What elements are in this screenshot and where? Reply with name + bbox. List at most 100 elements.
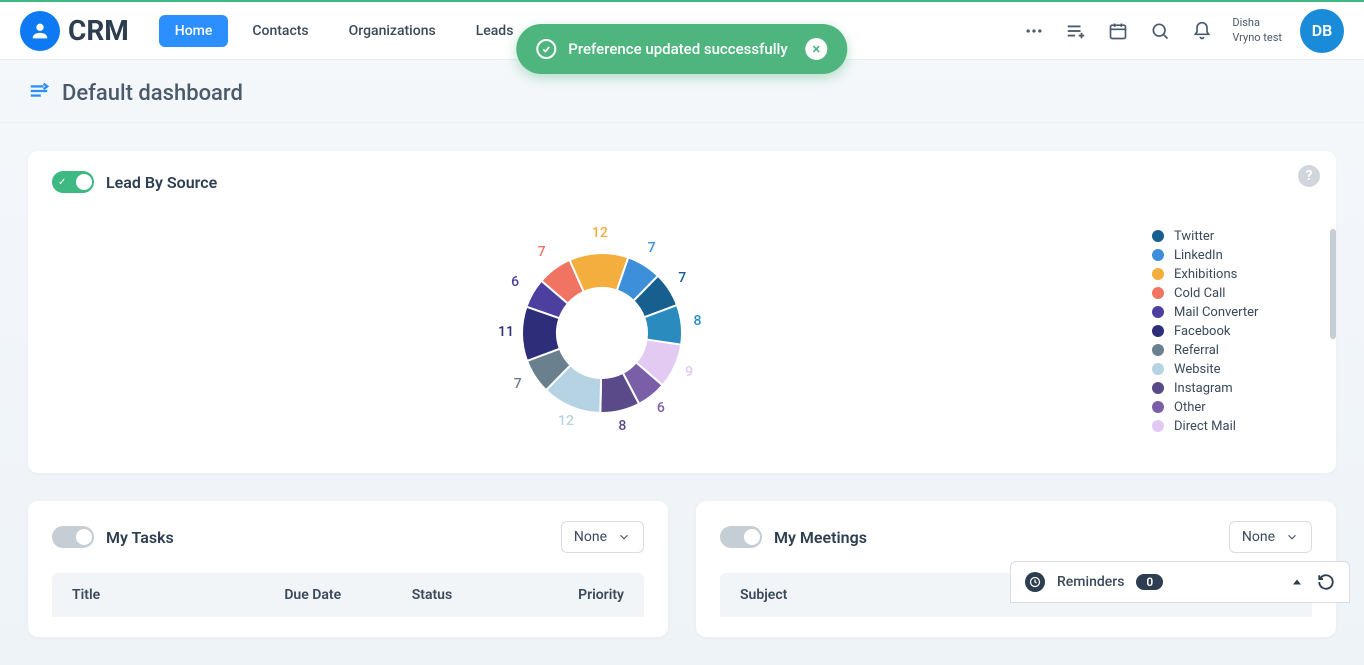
refresh-icon[interactable] — [1317, 573, 1335, 591]
bell-icon[interactable] — [1190, 19, 1214, 43]
reminders-bar[interactable]: Reminders 0 — [1010, 561, 1350, 603]
legend-scrollbar[interactable] — [1330, 229, 1336, 339]
col-status: Status — [412, 587, 518, 603]
chevron-down-icon — [1285, 530, 1299, 544]
donut-value-label: 8 — [618, 418, 626, 434]
legend-swatch — [1152, 401, 1164, 413]
donut-value-label: 7 — [538, 244, 546, 260]
donut-value-label: 9 — [685, 364, 693, 380]
dropdown-my-tasks[interactable]: None — [561, 521, 644, 553]
search-icon[interactable] — [1148, 19, 1172, 43]
legend-item[interactable]: Facebook — [1152, 324, 1322, 339]
donut-value-label: 6 — [657, 400, 665, 416]
dashboard-icon — [28, 80, 50, 106]
legend-swatch — [1152, 363, 1164, 375]
donut-value-label: 8 — [693, 313, 701, 329]
check-icon: ✓ — [58, 177, 66, 188]
brand-name: CRM — [68, 14, 129, 47]
brand-icon — [20, 11, 60, 51]
toast-message: Preference updated successfully — [568, 40, 787, 58]
legend-label: Twitter — [1174, 229, 1214, 244]
donut-chart: 12 7 7 8 9 6 8 12 7 11 6 7 — [52, 213, 1152, 453]
tasks-table-header: Title Due Date Status Priority — [52, 573, 644, 617]
legend-item[interactable]: Referral — [1152, 343, 1322, 358]
donut-value-label: 12 — [592, 225, 608, 241]
legend-label: Mail Converter — [1174, 305, 1258, 320]
nav-home[interactable]: Home — [159, 15, 229, 47]
legend-swatch — [1152, 344, 1164, 356]
toggle-lead-by-source[interactable]: ✓ — [52, 171, 94, 193]
clock-icon — [1025, 572, 1045, 592]
legend-swatch — [1152, 230, 1164, 242]
playlist-add-icon[interactable] — [1064, 19, 1088, 43]
card-header: ✓ Lead By Source — [52, 171, 1312, 193]
calendar-icon[interactable] — [1106, 19, 1130, 43]
donut-value-label: 6 — [511, 274, 519, 290]
legend-swatch — [1152, 420, 1164, 432]
legend-label: Exhibitions — [1174, 267, 1237, 282]
card-title: Lead By Source — [106, 173, 217, 192]
legend-item[interactable]: Exhibitions — [1152, 267, 1322, 282]
avatar[interactable]: DB — [1300, 9, 1344, 53]
legend-swatch — [1152, 287, 1164, 299]
legend-swatch — [1152, 268, 1164, 280]
chart-legend: Twitter LinkedIn Exhibitions Cold Call Mail … — [1152, 229, 1322, 438]
col-priority: Priority — [518, 587, 624, 603]
toggle-my-tasks[interactable]: ✕ — [52, 526, 94, 548]
brand-logo[interactable]: CRM — [20, 11, 129, 51]
x-icon: ✕ — [80, 532, 88, 543]
dropdown-label: None — [1242, 529, 1275, 545]
card-title: My Tasks — [106, 528, 174, 547]
more-icon[interactable] — [1022, 19, 1046, 43]
nav-contacts[interactable]: Contacts — [236, 15, 324, 47]
donut-value-label: 11 — [498, 324, 514, 340]
reminders-label: Reminders — [1057, 574, 1124, 590]
help-icon[interactable]: ? — [1298, 165, 1320, 187]
card-title: My Meetings — [774, 528, 867, 547]
legend-label: LinkedIn — [1174, 248, 1223, 263]
user-name-line2: Vryno test — [1232, 31, 1282, 45]
legend-item[interactable]: LinkedIn — [1152, 248, 1322, 263]
legend-item[interactable]: Mail Converter — [1152, 305, 1322, 320]
legend-item[interactable]: Cold Call — [1152, 286, 1322, 301]
legend-item[interactable]: Instagram — [1152, 381, 1322, 396]
legend-label: Facebook — [1174, 324, 1230, 339]
legend-label: Direct Mail — [1174, 419, 1236, 434]
legend-label: Other — [1174, 400, 1206, 415]
donut-value-label: 7 — [514, 376, 522, 392]
chart-body: 12 7 7 8 9 6 8 12 7 11 6 7 Twitter LinkedIn Exhibitio… — [52, 193, 1312, 453]
legend-item[interactable]: Website — [1152, 362, 1322, 377]
card-my-tasks: ✕ My Tasks None Title Due Date Status Pr… — [28, 501, 668, 637]
card-lead-by-source: ✓ Lead By Source ? 12 7 7 8 9 6 8 12 7 11 6 7 Twitt… — [28, 151, 1336, 473]
reminders-count: 0 — [1136, 574, 1163, 590]
donut-value-label: 7 — [648, 240, 656, 256]
donut-svg — [502, 233, 702, 433]
legend-label: Website — [1174, 362, 1221, 377]
col-title: Title — [72, 587, 284, 603]
nav-organizations[interactable]: Organizations — [333, 15, 452, 47]
legend-item[interactable]: Twitter — [1152, 229, 1322, 244]
x-icon: ✕ — [748, 532, 756, 543]
donut-value-label: 12 — [558, 413, 574, 429]
legend-swatch — [1152, 249, 1164, 261]
toast-success: Preference updated successfully — [516, 24, 847, 74]
legend-swatch — [1152, 382, 1164, 394]
page-title: Default dashboard — [62, 81, 243, 106]
close-icon[interactable] — [806, 38, 828, 60]
chevron-up-icon[interactable] — [1291, 576, 1303, 588]
user-name: Disha Vryno test — [1232, 16, 1282, 45]
legend-item[interactable]: Direct Mail — [1152, 419, 1322, 434]
toggle-knob — [76, 174, 92, 190]
legend-label: Cold Call — [1174, 286, 1225, 301]
legend-swatch — [1152, 325, 1164, 337]
toggle-my-meetings[interactable]: ✕ — [720, 526, 762, 548]
legend-label: Referral — [1174, 343, 1219, 358]
chevron-down-icon — [617, 530, 631, 544]
donut-value-label: 7 — [678, 270, 686, 286]
dropdown-my-meetings[interactable]: None — [1229, 521, 1312, 553]
dropdown-label: None — [574, 529, 607, 545]
legend-item[interactable]: Other — [1152, 400, 1322, 415]
legend-swatch — [1152, 306, 1164, 318]
col-due-date: Due Date — [284, 587, 411, 603]
check-circle-icon — [536, 39, 556, 59]
